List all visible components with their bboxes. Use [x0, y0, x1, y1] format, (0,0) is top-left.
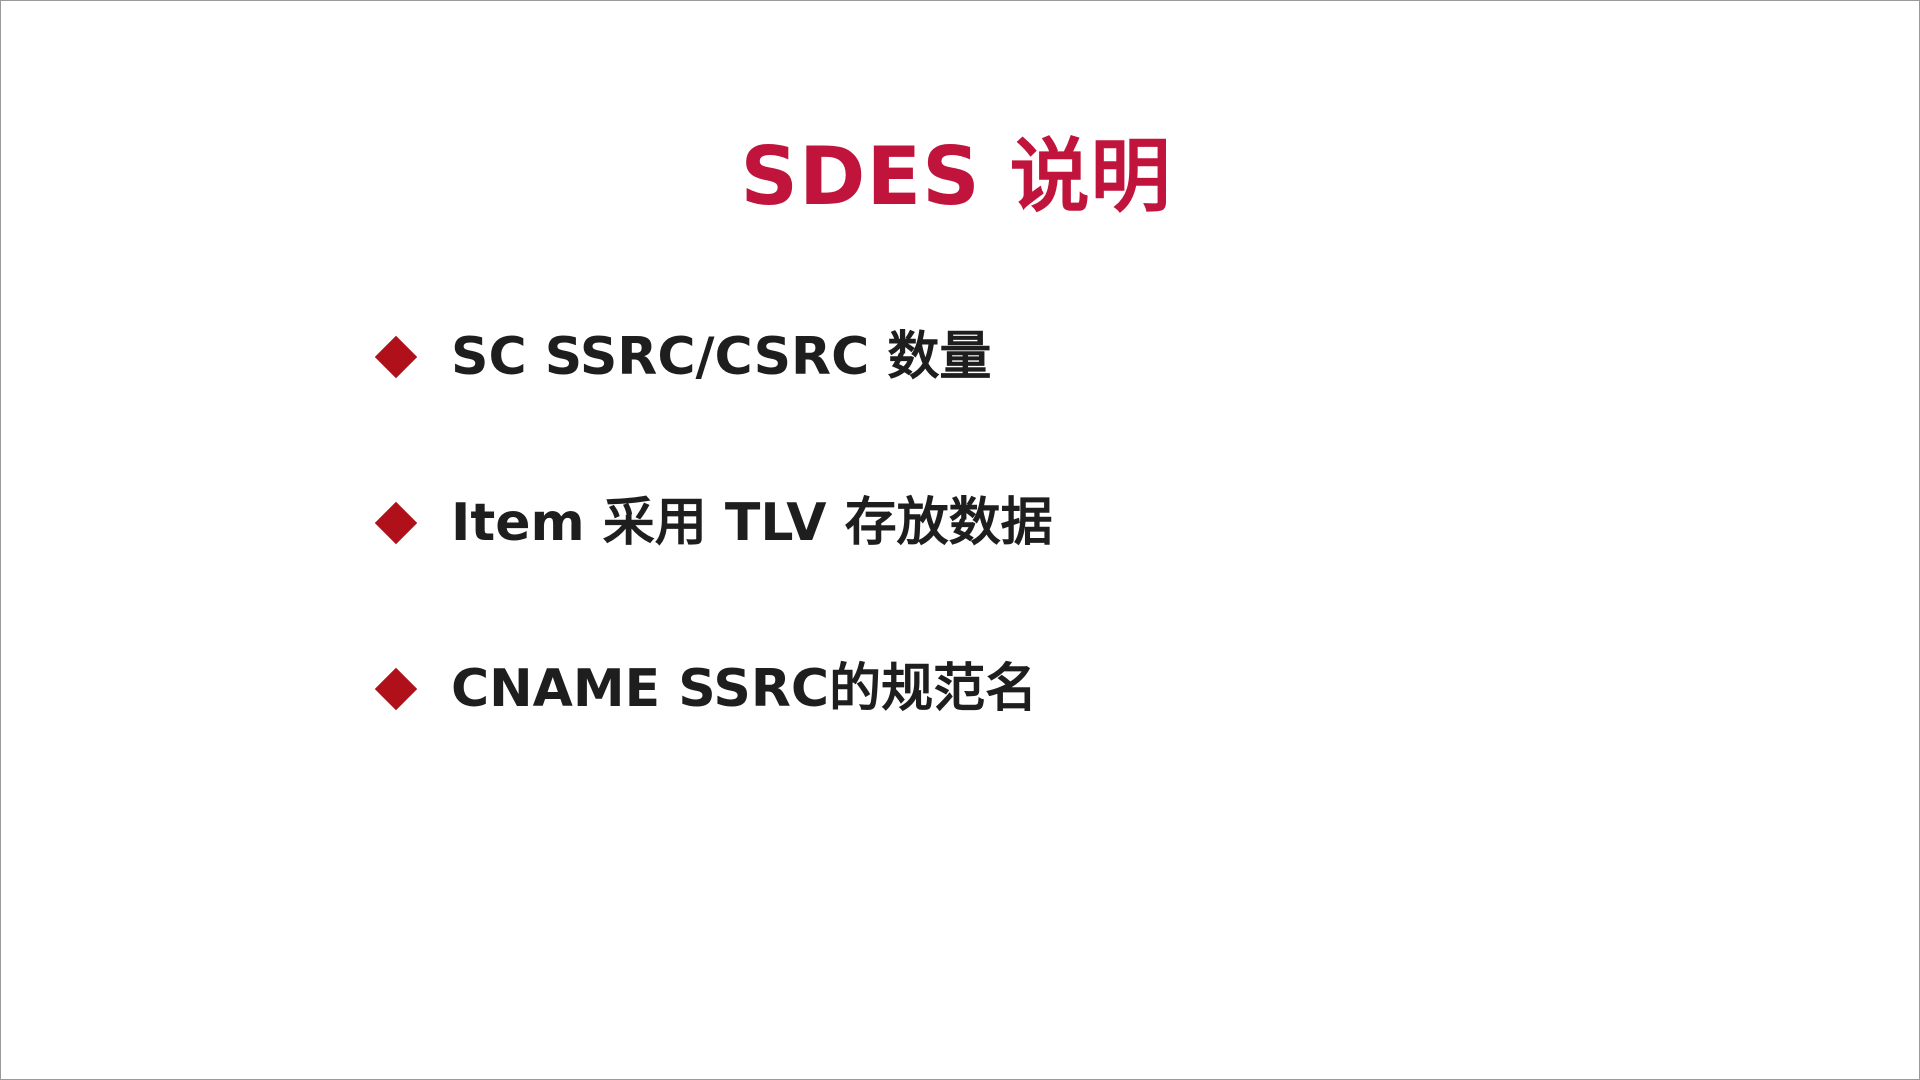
diamond-icon	[374, 667, 418, 711]
bullet-list: SC SSRC/CSRC 数量 Item 采用 TLV 存放数据 CNAME S…	[373, 319, 1053, 817]
list-item: Item 采用 TLV 存放数据	[373, 485, 1053, 561]
bullet-text: SC SSRC/CSRC 数量	[451, 327, 992, 387]
diamond-icon	[374, 335, 418, 379]
diamond-icon	[374, 501, 418, 545]
slide-title: SDES 说明	[740, 130, 1172, 223]
list-item: SC SSRC/CSRC 数量	[373, 319, 1053, 395]
bullet-text: CNAME SSRC的规范名	[451, 659, 1038, 719]
list-item: CNAME SSRC的规范名	[373, 651, 1053, 727]
slide: SDES 说明 SC SSRC/CSRC 数量 Item 采用 TLV 存放数据…	[0, 0, 1920, 1080]
bullet-text: Item 采用 TLV 存放数据	[451, 493, 1053, 553]
